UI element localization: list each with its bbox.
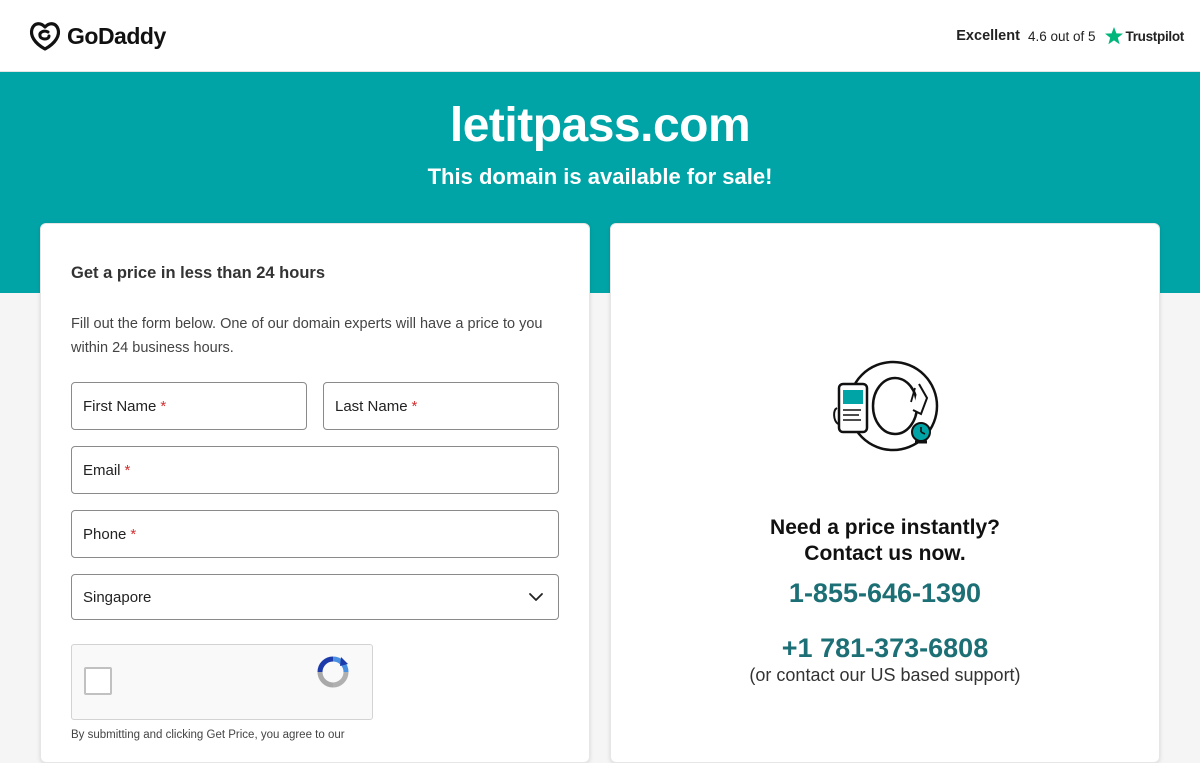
domain-name: letitpass.com (449, 99, 751, 152)
brand-name: GoDaddy (67, 22, 166, 49)
required-mark: * (124, 461, 131, 479)
first-name-label: First Name (83, 397, 157, 415)
instant-price-heading: Need a price instantly? Contact us now. (611, 515, 1159, 567)
recaptcha-icon (317, 656, 349, 688)
site-header: GoDaddy Excellent 4.6 out of 5 Trustpilo… (0, 0, 1200, 72)
trustpilot-star-icon (1104, 27, 1123, 45)
sale-subtitle: This domain is available for sale! (427, 164, 773, 189)
terms-text: By submitting and clicking Get Price, yo… (71, 729, 345, 741)
last-name-label: Last Name (335, 397, 408, 415)
required-mark: * (411, 397, 418, 415)
price-form-card: Get a price in less than 24 hours Fill o… (40, 223, 590, 763)
email-field[interactable]: Email * (71, 446, 559, 494)
trustpilot-rating[interactable]: Excellent 4.6 out of 5 Trustpilot (956, 26, 1184, 46)
support-note: (or contact our US based support) (749, 665, 1021, 685)
godaddy-logo-icon (29, 22, 61, 51)
trustpilot-name: Trustpilot (1125, 28, 1185, 44)
rating-word: Excellent (956, 28, 1020, 44)
contact-card: Need a price instantly? Contact us now. … (610, 223, 1160, 763)
primary-phone-link[interactable]: 1-855-646-1390 (611, 578, 1159, 609)
recaptcha-checkbox[interactable] (84, 667, 112, 695)
email-label: Email (83, 461, 121, 479)
last-name-field[interactable]: Last Name * (323, 382, 559, 430)
required-mark: * (130, 525, 137, 543)
first-name-field[interactable]: First Name * (71, 382, 307, 430)
rating-score: 4.6 out of 5 (1027, 28, 1096, 44)
recaptcha-widget (71, 644, 373, 720)
chevron-down-icon (529, 593, 543, 601)
phone-label: Phone (83, 525, 127, 543)
secondary-phone-link[interactable]: +1 781-373-6808 (611, 633, 1159, 664)
form-title: Get a price in less than 24 hours (71, 264, 326, 282)
heading-line-2: Contact us now. (804, 542, 966, 565)
godaddy-logo[interactable]: GoDaddy (28, 20, 166, 52)
heading-line-1: Need a price instantly? (770, 516, 1000, 539)
phone-field[interactable]: Phone * (71, 510, 559, 558)
form-description: Fill out the form below. One of our doma… (71, 316, 543, 356)
required-mark: * (160, 397, 167, 415)
phone-clock-illustration (833, 360, 939, 452)
country-value: Singapore (83, 588, 152, 606)
country-select[interactable]: Singapore (71, 574, 559, 620)
